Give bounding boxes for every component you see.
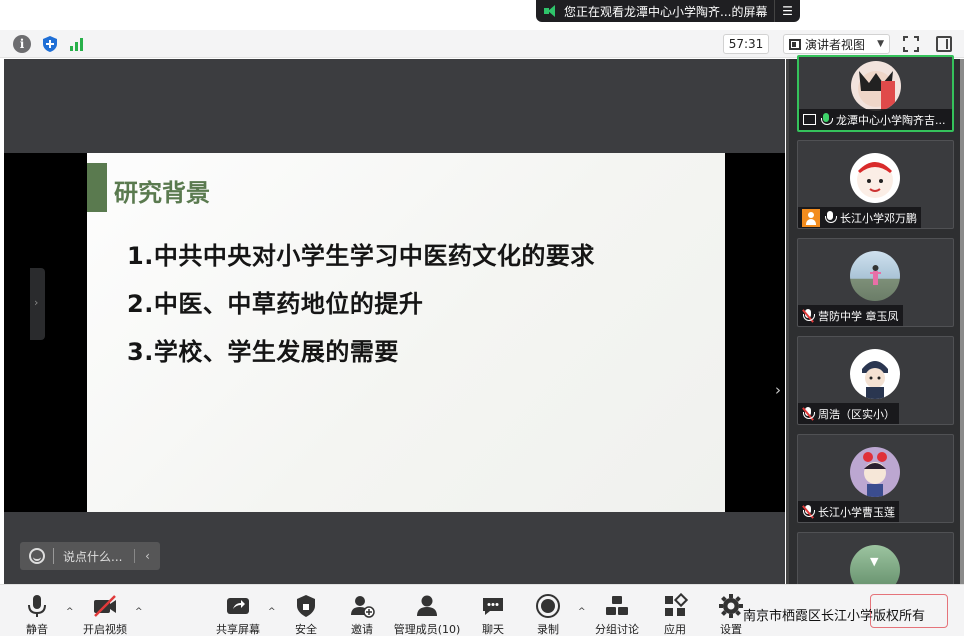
copyright-text: 南京市栖霞区长江小学版权所有 xyxy=(743,609,926,624)
fullscreen-icon[interactable] xyxy=(903,36,919,52)
participant-name: 龙潭中心小学陶齐吉... xyxy=(836,113,946,127)
chat-input[interactable]: 说点什么... ‹ xyxy=(20,542,160,570)
mic-muted-icon xyxy=(802,308,815,323)
participant-name-tag: 营防中学 章玉凤 xyxy=(798,305,903,326)
gallery-scrollbar[interactable] xyxy=(960,59,964,584)
members-icon xyxy=(417,595,437,616)
breakout-rooms-icon xyxy=(606,596,628,615)
shared-screen-stage: 研究背景 1.中共中央对小学生学习中医药文化的要求 2.中医、中草药地位的提升 … xyxy=(4,59,785,584)
record-icon xyxy=(536,594,560,618)
gear-icon xyxy=(719,594,743,618)
sharing-banner-text: 您正在观看龙潭中心小学陶齐...的屏幕 xyxy=(564,4,768,19)
chat-button[interactable]: 聊天 xyxy=(478,585,508,636)
breakout-rooms-label: 分组讨论 xyxy=(595,623,639,636)
emoji-icon[interactable] xyxy=(29,548,45,564)
info-icon[interactable]: i xyxy=(13,35,31,53)
caret-up-icon[interactable]: ^ xyxy=(578,607,586,617)
apps-button[interactable]: 应用 xyxy=(660,585,690,636)
mic-muted-icon xyxy=(802,504,815,519)
avatar xyxy=(851,61,901,111)
view-select[interactable]: 演讲者视图 ▼ xyxy=(783,34,890,54)
slide-title: 研究背景 xyxy=(114,179,210,207)
participant-tile[interactable]: ▼ xyxy=(797,532,954,592)
bottom-toolbar: 静音 ^ 开启视频 ^ 共享屏幕 ^ 安全 邀请 管理成员(10) 聊天 录制 … xyxy=(0,584,964,636)
chevron-left-icon[interactable]: ‹ xyxy=(134,549,160,563)
avatar xyxy=(850,447,900,497)
participant-gallery: 龙潭中心小学陶齐吉... 长江小学邓万鹏 营防中学 章玉凤 周浩（区实小） 长江… xyxy=(786,55,960,592)
participant-name-tag: 长江小学曹玉莲 xyxy=(798,501,899,522)
invite-user-icon xyxy=(351,596,375,618)
settings-label: 设置 xyxy=(720,623,742,636)
apps-icon xyxy=(665,593,688,616)
mic-active-icon xyxy=(820,112,833,127)
collapse-gallery-icon[interactable]: › xyxy=(775,381,781,399)
video-off-icon xyxy=(94,595,116,617)
manage-members-button[interactable]: 管理成员(10) xyxy=(393,585,461,636)
slide-area: 研究背景 1.中共中央对小学生学习中医药文化的要求 2.中医、中草药地位的提升 … xyxy=(4,153,785,512)
left-panel-handle[interactable]: › xyxy=(30,268,45,340)
participant-name-tag: 周浩（区实小） xyxy=(798,403,899,424)
start-video-button[interactable]: 开启视频 xyxy=(82,585,128,636)
slide-point: 1.中共中央对小学生学习中医药文化的要求 xyxy=(127,242,595,270)
slide-title-bar xyxy=(87,163,107,212)
caret-up-icon[interactable]: ^ xyxy=(66,607,74,617)
participant-tile[interactable]: 长江小学邓万鹏 xyxy=(797,140,954,229)
screen-share-icon xyxy=(803,114,816,125)
manage-members-label: 管理成员(10) xyxy=(393,623,461,636)
mute-button[interactable]: 静音 xyxy=(20,585,54,636)
participant-name: 周浩（区实小） xyxy=(818,407,895,421)
avatar xyxy=(850,349,900,399)
share-screen-label: 共享屏幕 xyxy=(216,623,260,636)
participant-name: 长江小学邓万鹏 xyxy=(840,211,917,225)
shield-icon[interactable] xyxy=(41,35,59,53)
participant-name: 营防中学 章玉凤 xyxy=(818,309,899,323)
security-label: 安全 xyxy=(295,623,317,636)
record-button[interactable]: 录制 xyxy=(533,585,563,636)
caret-up-icon[interactable]: ^ xyxy=(268,607,276,617)
apps-label: 应用 xyxy=(664,623,686,636)
participant-tile[interactable]: 周浩（区实小） xyxy=(797,336,954,425)
breakout-rooms-button[interactable]: 分组讨论 xyxy=(593,585,641,636)
security-button[interactable]: 安全 xyxy=(290,585,322,636)
sidebar-toggle-icon[interactable] xyxy=(936,36,952,52)
top-toolbar: i 57:31 演讲者视图 ▼ xyxy=(0,30,964,58)
share-screen-button[interactable]: 共享屏幕 xyxy=(214,585,262,636)
slide-point: 2.中医、中草药地位的提升 xyxy=(127,290,424,318)
view-select-label: 演讲者视图 xyxy=(805,37,866,52)
invite-label: 邀请 xyxy=(351,623,373,636)
participant-name-tag: 龙潭中心小学陶齐吉... xyxy=(799,109,952,130)
chat-input-placeholder: 说点什么... xyxy=(63,549,123,564)
share-screen-icon xyxy=(227,598,249,614)
start-video-label: 开启视频 xyxy=(83,623,127,636)
speaker-view-icon xyxy=(789,38,801,50)
participant-name-tag: 长江小学邓万鹏 xyxy=(798,207,921,228)
signal-icon[interactable] xyxy=(69,35,87,53)
speaker-icon xyxy=(544,5,558,17)
chat-icon xyxy=(483,598,503,615)
caret-up-icon[interactable]: ^ xyxy=(135,607,143,617)
record-label: 录制 xyxy=(537,623,559,636)
caret-down-icon: ▼ xyxy=(877,39,884,49)
avatar xyxy=(850,153,900,203)
meeting-timer: 57:31 xyxy=(723,34,769,54)
microphone-icon xyxy=(28,595,46,617)
host-icon xyxy=(802,208,820,227)
chevron-down-icon[interactable]: ▼ xyxy=(870,555,878,568)
participant-name: 长江小学曹玉莲 xyxy=(818,505,895,519)
mute-label: 静音 xyxy=(26,623,48,636)
avatar xyxy=(850,251,900,301)
security-shield-icon xyxy=(297,595,315,617)
participant-tile[interactable]: 长江小学曹玉莲 xyxy=(797,434,954,523)
mic-icon xyxy=(824,210,837,225)
invite-button[interactable]: 邀请 xyxy=(346,585,378,636)
mic-muted-icon xyxy=(802,406,815,421)
chat-label: 聊天 xyxy=(482,623,504,636)
sharing-banner[interactable]: 您正在观看龙潭中心小学陶齐...的屏幕 ☰ xyxy=(536,0,800,22)
participant-tile[interactable]: 龙潭中心小学陶齐吉... xyxy=(797,55,954,132)
slide-point: 3.学校、学生发展的需要 xyxy=(127,338,399,366)
menu-icon[interactable]: ☰ xyxy=(774,0,800,22)
participant-tile[interactable]: 营防中学 章玉凤 xyxy=(797,238,954,327)
settings-button[interactable]: 设置 xyxy=(716,585,746,636)
presentation-slide: 研究背景 1.中共中央对小学生学习中医药文化的要求 2.中医、中草药地位的提升 … xyxy=(87,153,725,512)
